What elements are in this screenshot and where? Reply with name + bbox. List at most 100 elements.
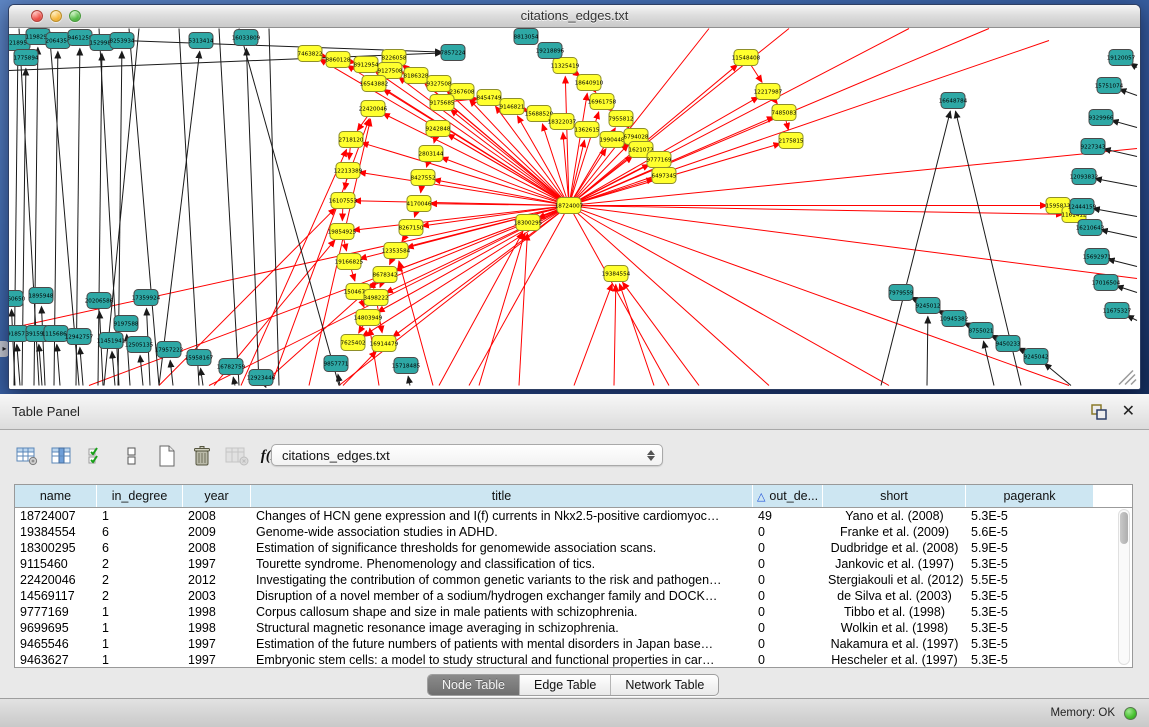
- graph-node[interactable]: 7625402: [341, 335, 366, 351]
- graph-node[interactable]: 14803949: [354, 310, 383, 326]
- table-vertical-scrollbar[interactable]: [1118, 509, 1130, 665]
- graph-node[interactable]: 22420046: [359, 101, 388, 117]
- graph-node[interactable]: 8454749: [477, 90, 502, 106]
- graph-node[interactable]: 11451941: [97, 333, 126, 349]
- graph-node[interactable]: 16961758: [588, 94, 617, 110]
- column-header-year[interactable]: year: [183, 485, 251, 507]
- network-view-window[interactable]: citations_edges.txt 18724007183002951938…: [8, 4, 1141, 390]
- graph-node[interactable]: 12444159: [1068, 199, 1097, 215]
- graph-node[interactable]: 8678342: [373, 267, 398, 283]
- delete-column-button[interactable]: [189, 443, 215, 469]
- graph-node[interactable]: 5313414: [189, 33, 214, 49]
- network-canvas[interactable]: 18724007 18300295 19384554 7463822886012889…: [9, 28, 1140, 389]
- show-column-button[interactable]: [49, 443, 75, 469]
- float-panel-icon[interactable]: [1091, 404, 1107, 420]
- table-row[interactable]: 1938455462009Genome-wide association stu…: [15, 524, 1132, 540]
- change-table-mode-button[interactable]: [14, 443, 40, 469]
- graph-node[interactable]: 18322037: [548, 114, 577, 130]
- graph-node[interactable]: 8813054: [514, 29, 539, 45]
- graph-node[interactable]: 19120057: [1107, 50, 1136, 66]
- column-header-pagerank[interactable]: pagerank: [966, 485, 1094, 507]
- graph-node[interactable]: 8267150: [399, 220, 424, 236]
- graph-node[interactable]: 17359924: [132, 290, 161, 306]
- memory-status-indicator[interactable]: [1124, 707, 1137, 720]
- scrollbar-thumb[interactable]: [1120, 512, 1128, 544]
- graph-node[interactable]: 9227343: [1081, 139, 1106, 155]
- table-row[interactable]: 1456911722003Disruption of a novel membe…: [15, 588, 1132, 604]
- graph-node[interactable]: 9777169: [647, 152, 672, 168]
- graph-node[interactable]: 16782759: [217, 359, 246, 375]
- graph-node[interactable]: 16107553: [329, 193, 358, 209]
- graph-node[interactable]: 15958167: [185, 350, 214, 366]
- graph-node[interactable]: 9450233: [996, 336, 1021, 352]
- graph-node[interactable]: 19384554: [602, 266, 631, 282]
- graph-node[interactable]: 11325419: [551, 58, 580, 74]
- graph-node[interactable]: 19218896: [536, 43, 565, 59]
- graph-node[interactable]: 8186328: [404, 68, 429, 84]
- graph-node[interactable]: 16914479: [370, 336, 399, 352]
- column-header-title[interactable]: title: [251, 485, 753, 507]
- graph-node[interactable]: 9197588: [114, 316, 139, 332]
- column-header-short[interactable]: short: [823, 485, 966, 507]
- create-column-button[interactable]: [154, 443, 180, 469]
- graph-node[interactable]: 19166825: [335, 254, 364, 270]
- graph-node[interactable]: 16648784: [939, 93, 968, 109]
- column-header-out_de[interactable]: △out_de...: [753, 485, 823, 507]
- table-selector-dropdown[interactable]: citations_edges.txt: [271, 444, 663, 466]
- table-row[interactable]: 969969511998Structural magnetic resonanc…: [15, 620, 1132, 636]
- graph-node[interactable]: 12213389: [334, 163, 363, 179]
- graph-node[interactable]: 8860128: [326, 52, 351, 68]
- graph-node[interactable]: 12505135: [125, 337, 154, 353]
- graph-node[interactable]: 16210643: [1076, 220, 1105, 236]
- graph-node[interactable]: 9857771: [324, 356, 349, 372]
- graph-node[interactable]: 15751074: [1095, 78, 1124, 94]
- graph-node[interactable]: 2803144: [419, 146, 444, 162]
- graph-node[interactable]: 7485083: [772, 105, 797, 121]
- graph-node[interactable]: 12942757: [65, 329, 94, 345]
- graph-node[interactable]: 9245012: [916, 298, 941, 314]
- graph-node[interactable]: 1775894: [14, 50, 39, 66]
- graph-node[interactable]: 12093832: [1070, 169, 1098, 185]
- table-row[interactable]: 1872400712008Changes of HCN gene express…: [15, 508, 1132, 524]
- graph-node[interactable]: 8253934: [110, 33, 135, 49]
- graph-node[interactable]: 16543882: [360, 76, 388, 92]
- table-row[interactable]: 977716911998Corpus callosum shape and si…: [15, 604, 1132, 620]
- graph-node[interactable]: 7979559: [889, 285, 914, 301]
- graph-node[interactable]: 6497345: [652, 168, 677, 184]
- graph-node[interactable]: 12217987: [754, 84, 783, 100]
- graph-node[interactable]: 1990448: [600, 132, 625, 148]
- graph-node[interactable]: 18724007: [555, 198, 584, 214]
- table-row[interactable]: 1830029562008Estimation of significance …: [15, 540, 1132, 556]
- graph-node[interactable]: 9146821: [500, 99, 525, 115]
- graph-node[interactable]: 4170046: [407, 196, 432, 212]
- graph-node[interactable]: 17957222: [155, 342, 183, 358]
- graph-node[interactable]: 9242848: [426, 121, 451, 137]
- graph-node[interactable]: 10945382: [940, 311, 968, 327]
- row-height-button[interactable]: [119, 443, 145, 469]
- graph-node[interactable]: 11675327: [1103, 303, 1132, 319]
- column-header-name[interactable]: name: [15, 485, 97, 507]
- graph-node[interactable]: 15718485: [392, 358, 421, 374]
- graph-node[interactable]: 7463822: [298, 46, 323, 62]
- graph-node[interactable]: 8755021: [969, 323, 994, 339]
- graph-node[interactable]: 18640910: [575, 75, 604, 91]
- graph-node[interactable]: 8912954: [354, 57, 379, 73]
- graph-node[interactable]: 11548408: [732, 50, 761, 66]
- graph-node[interactable]: 9327508: [427, 76, 452, 92]
- tab-network-table[interactable]: Network Table: [611, 675, 718, 695]
- tab-edge-table[interactable]: Edge Table: [520, 675, 611, 695]
- graph-node[interactable]: 12923446: [247, 370, 276, 386]
- graph-node[interactable]: 18300295: [514, 215, 543, 231]
- graph-node[interactable]: 3498222: [364, 290, 389, 306]
- graph-node[interactable]: 16033809: [232, 30, 261, 46]
- table-row[interactable]: 2242004622012Investigating the contribut…: [15, 572, 1132, 588]
- tab-node-table[interactable]: Node Table: [428, 675, 520, 695]
- delete-table-button[interactable]: [224, 443, 250, 469]
- graph-node[interactable]: 17016504: [1092, 275, 1121, 291]
- graph-node[interactable]: 2175815: [779, 133, 804, 149]
- graph-node[interactable]: 20206586: [85, 293, 114, 309]
- graph-node[interactable]: 19854925: [328, 224, 357, 240]
- close-panel-icon[interactable]: ✕: [1122, 402, 1135, 422]
- graph-node[interactable]: 15692971: [1083, 249, 1112, 265]
- select-columns-button[interactable]: [84, 443, 110, 469]
